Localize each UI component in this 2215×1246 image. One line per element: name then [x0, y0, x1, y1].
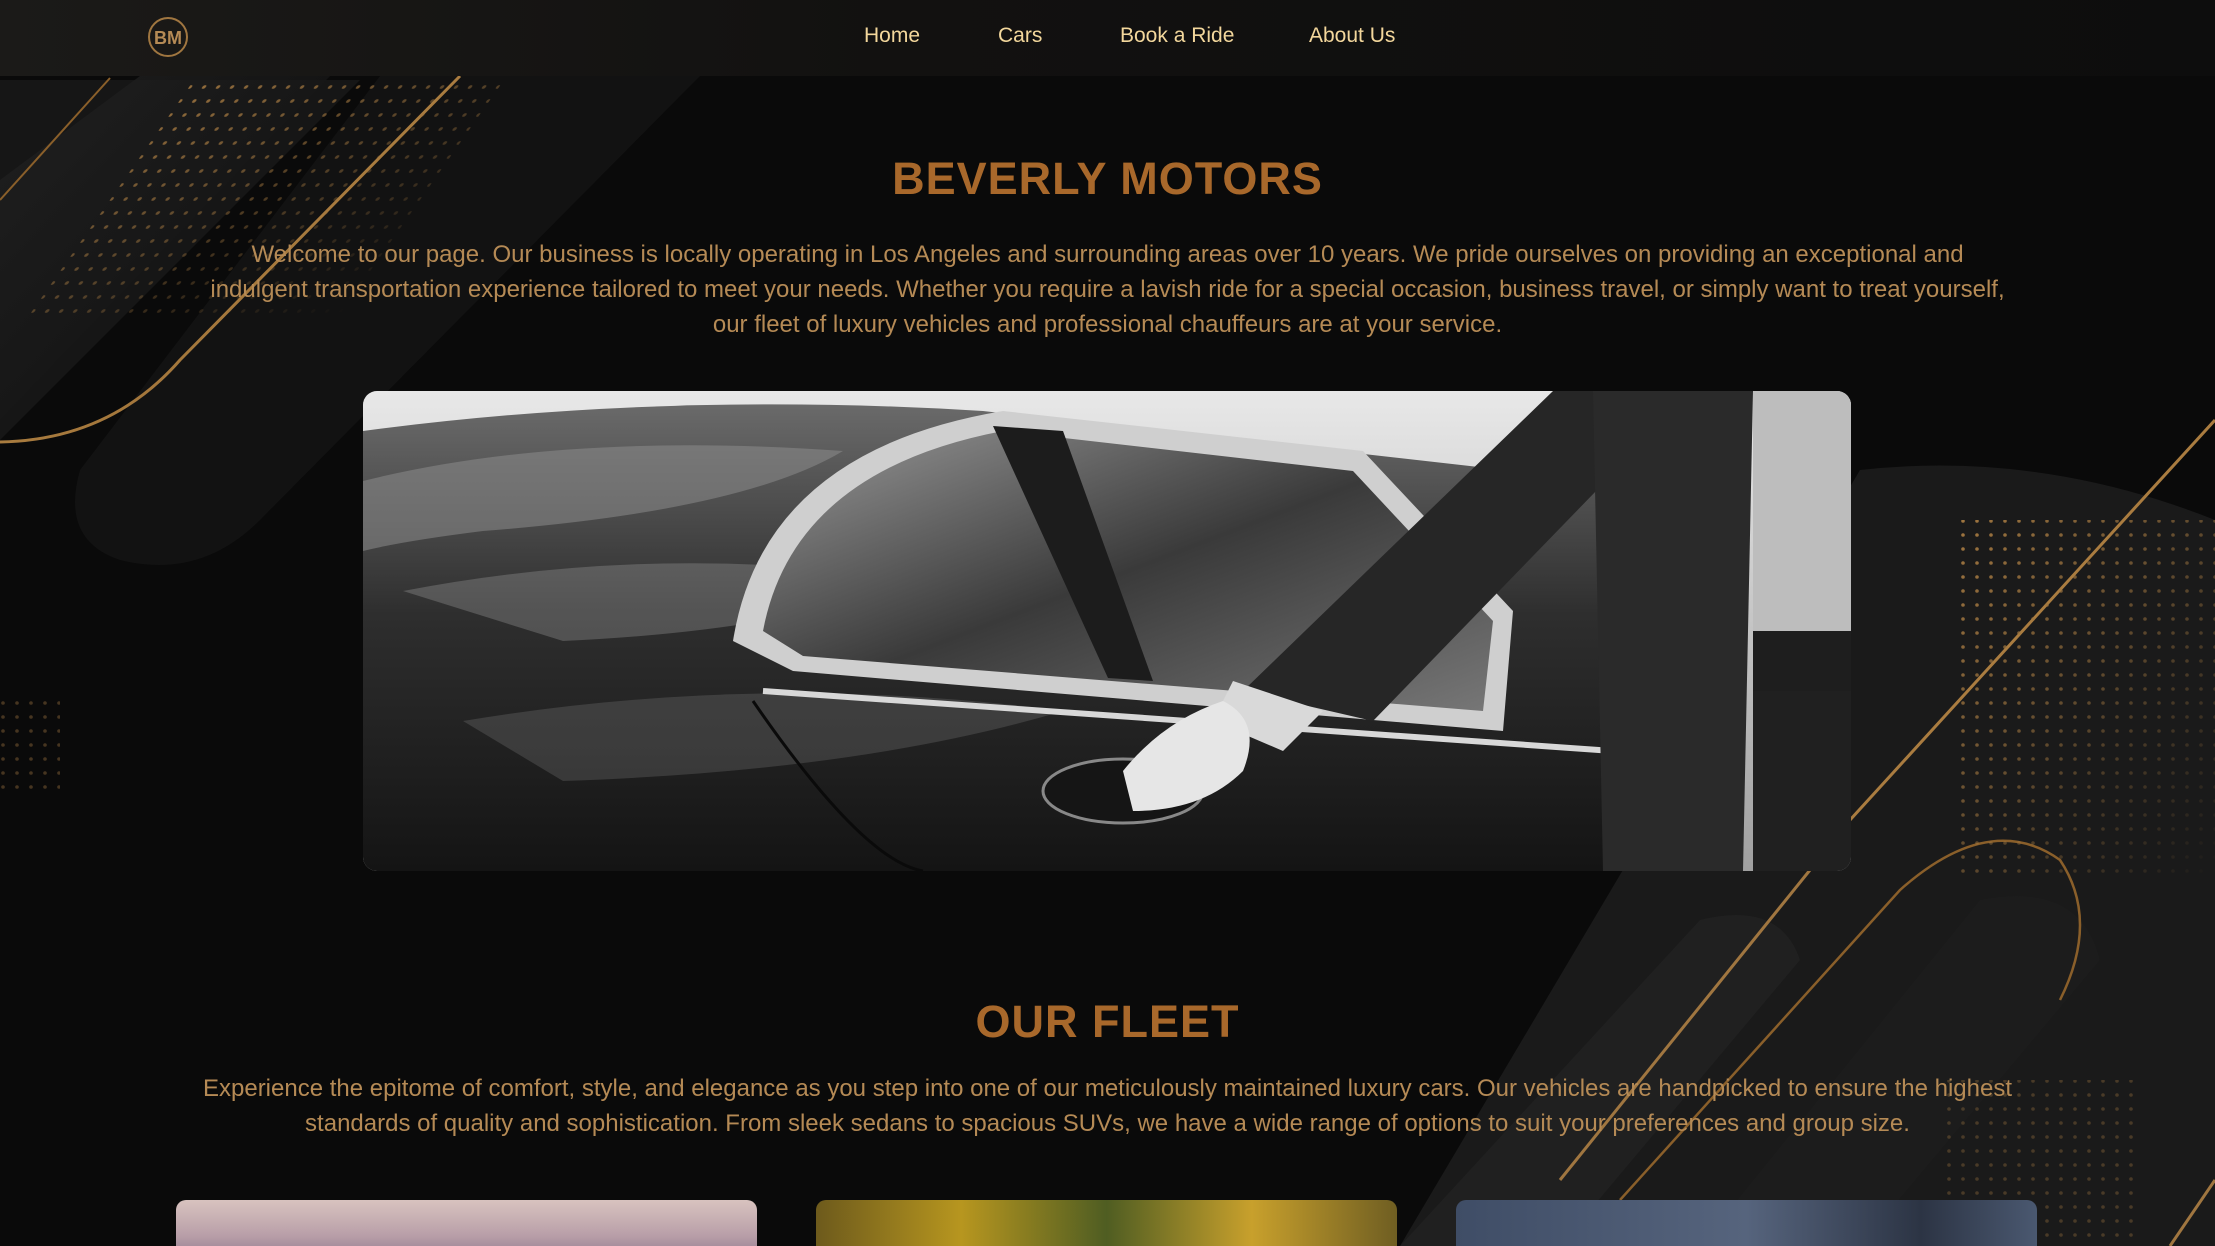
fleet-card-image-2[interactable] [816, 1200, 1397, 1246]
top-navbar: BM Home Cars Book a Ride About Us [0, 0, 2215, 76]
fleet-description: Experience the epitome of comfort, style… [202, 1075, 2012, 1137]
hero-title: BEVERLY MOTORS [892, 153, 1323, 204]
hero-image-chauffeur-opening-car-door [363, 391, 1851, 871]
nav-link-about-us[interactable]: About Us [1309, 24, 1395, 48]
fleet-card-image-3[interactable] [1456, 1200, 2037, 1246]
nav-link-home[interactable]: Home [864, 24, 920, 48]
fleet-card-image-1[interactable] [176, 1200, 757, 1246]
hero-description: Welcome to our page. Our business is loc… [210, 241, 2005, 338]
fleet-title: OUR FLEET [975, 996, 1240, 1047]
nav-link-cars[interactable]: Cars [998, 24, 1042, 48]
nav-link-book-a-ride[interactable]: Book a Ride [1120, 24, 1234, 48]
nav-links: Home Cars Book a Ride About Us [0, 0, 2215, 76]
